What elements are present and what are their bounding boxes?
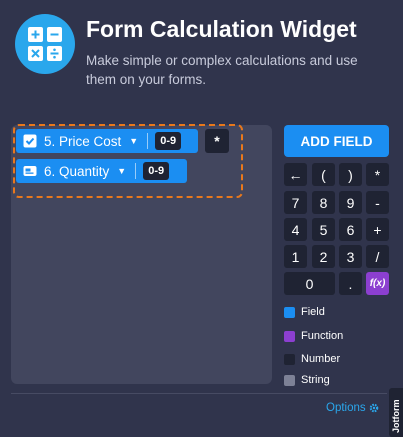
jotform-brand-tab[interactable]: Jotform: [389, 388, 403, 437]
operator-chip[interactable]: *: [205, 129, 229, 153]
key-plus[interactable]: +: [366, 218, 389, 241]
key-decimal[interactable]: .: [339, 272, 362, 295]
field-chip-badge[interactable]: 0-9: [155, 132, 182, 150]
field-chip-badge[interactable]: 0-9: [143, 162, 170, 180]
legend-swatch: [284, 374, 295, 386]
field-chip-label: 5. Price Cost: [44, 133, 122, 149]
field-chip-label: 6. Quantity: [44, 163, 110, 179]
legend-label: Number: [301, 353, 341, 365]
key-7[interactable]: 7: [284, 191, 307, 214]
page-title: Form Calculation Widget: [86, 16, 357, 42]
legend-item-field: Field: [284, 306, 325, 318]
card-icon: [23, 166, 37, 176]
key-9[interactable]: 9: [339, 191, 362, 214]
legend-label: String: [301, 374, 330, 386]
footer-divider: [11, 393, 387, 394]
chevron-down-icon[interactable]: ▼: [117, 166, 126, 176]
key-6[interactable]: 6: [339, 218, 362, 241]
legend-item-string: String: [284, 374, 330, 386]
key-2[interactable]: 2: [312, 245, 335, 268]
field-chip-price-cost[interactable]: 5. Price Cost ▼ 0-9: [16, 129, 198, 153]
key-4[interactable]: 4: [284, 218, 307, 241]
field-chip-quantity[interactable]: 6. Quantity ▼ 0-9: [16, 159, 187, 183]
chip-divider: [135, 163, 137, 179]
options-link[interactable]: Options: [326, 402, 379, 414]
legend-swatch: [284, 306, 295, 318]
key-3[interactable]: 3: [339, 245, 362, 268]
key-5[interactable]: 5: [312, 218, 335, 241]
legend-swatch: [284, 353, 295, 365]
calculator-icon: [15, 14, 75, 74]
key-0[interactable]: 0: [284, 272, 335, 295]
page-subtitle: Make simple or complex calculations and …: [86, 53, 358, 87]
legend-label: Field: [301, 306, 325, 318]
key-1[interactable]: 1: [284, 245, 307, 268]
key-divide[interactable]: /: [366, 245, 389, 268]
chip-divider: [147, 133, 149, 149]
checkbox-icon: [23, 134, 37, 148]
chevron-down-icon[interactable]: ▼: [129, 136, 138, 146]
jotform-brand-label: Jotform: [391, 399, 401, 434]
key-multiply[interactable]: *: [366, 163, 389, 186]
key-minus[interactable]: -: [366, 191, 389, 214]
key-backspace[interactable]: ←: [284, 163, 307, 186]
key-open-paren[interactable]: (: [312, 163, 335, 186]
key-close-paren[interactable]: ): [339, 163, 362, 186]
options-label: Options: [326, 402, 366, 414]
legend-label: Function: [301, 330, 344, 342]
legend-item-number: Number: [284, 353, 340, 365]
function-icon[interactable]: f(x): [366, 272, 389, 295]
gear-icon: [369, 403, 378, 413]
add-field-button[interactable]: ADD FIELD: [284, 125, 389, 157]
legend-swatch: [284, 330, 295, 342]
legend-item-function: Function: [284, 330, 343, 342]
key-8[interactable]: 8: [312, 191, 335, 214]
widget-header: Form Calculation Widget Make simple or c…: [0, 0, 403, 112]
